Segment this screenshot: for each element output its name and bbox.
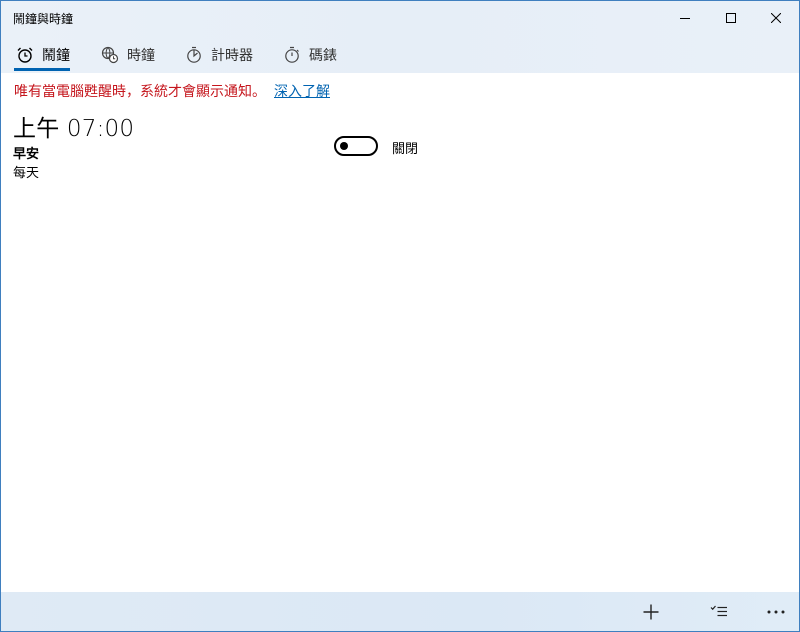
alarm-toggle[interactable]	[334, 136, 378, 156]
select-multiple-icon	[710, 605, 727, 616]
tab-timer[interactable]: 計時器	[185, 37, 253, 73]
command-bar	[1, 592, 799, 631]
tab-stopwatch-label: 碼錶	[309, 48, 337, 64]
maximize-icon	[726, 13, 736, 23]
close-button[interactable]	[753, 1, 799, 35]
tab-timer-label: 計時器	[211, 48, 253, 64]
active-tab-indicator	[14, 68, 70, 71]
more-icon	[767, 610, 785, 613]
minimize-icon	[680, 18, 690, 19]
alarm-repeat: 每天	[13, 166, 40, 181]
tab-world-clock[interactable]: 時鐘	[101, 37, 155, 73]
tab-alarm-label: 鬧鐘	[42, 48, 70, 64]
tab-bar: 鬧鐘 時鐘 計時器 碼錶	[1, 37, 799, 73]
alarm-time: 上午 07:00	[13, 116, 135, 142]
close-icon	[771, 13, 781, 23]
notice-text: 唯有當電腦甦醒時，系統才會顯示通知。	[14, 84, 266, 100]
alarm-toggle-label: 關閉	[392, 142, 419, 157]
window-title: 鬧鐘與時鐘	[13, 12, 74, 26]
stopwatch-icon	[283, 46, 301, 64]
toggle-knob	[340, 142, 348, 150]
learn-more-link[interactable]: 深入了解	[274, 84, 330, 100]
app-window: 鬧鐘與時鐘 鬧鐘 時鐘 計時器 碼錶 唯有當電腦甦醒時，系統才會顯示通知。 深入…	[0, 0, 800, 632]
tab-world-clock-label: 時鐘	[127, 48, 155, 64]
add-icon	[643, 604, 659, 619]
add-alarm-button[interactable]	[631, 592, 671, 631]
world-clock-icon	[101, 46, 119, 64]
title-bar[interactable]: 鬧鐘與時鐘	[1, 1, 799, 35]
tab-stopwatch[interactable]: 碼錶	[283, 37, 337, 73]
more-options-button[interactable]	[756, 592, 796, 631]
timer-icon	[185, 46, 203, 64]
alarm-item[interactable]: 上午 07:00 早安 每天	[13, 114, 134, 183]
minimize-button[interactable]	[662, 1, 708, 35]
select-alarms-button[interactable]	[699, 592, 739, 631]
wake-notice: 唯有當電腦甦醒時，系統才會顯示通知。 深入了解	[14, 81, 330, 101]
alarm-clock-icon	[16, 46, 34, 64]
alarm-name: 早安	[13, 147, 40, 162]
maximize-button[interactable]	[708, 1, 754, 35]
